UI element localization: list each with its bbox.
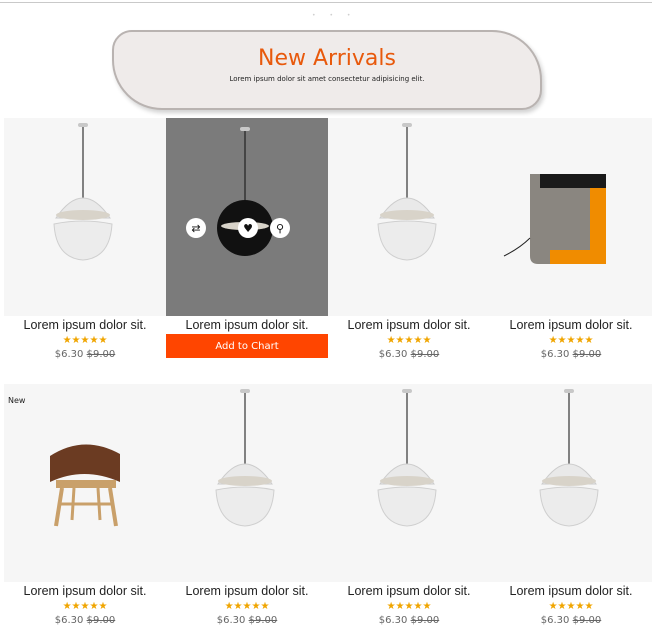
product-image[interactable]: [490, 384, 652, 582]
old-price: $9.00: [86, 615, 116, 626]
product-title[interactable]: Lorem ipsum dolor sit.: [4, 584, 166, 598]
old-price: $9.00: [410, 349, 440, 360]
product-title[interactable]: Lorem ipsum dolor sit.: [490, 584, 652, 598]
white-pendant-lamp-icon: [377, 123, 437, 261]
current-price: $6.30: [540, 349, 570, 360]
rating-stars: ★★★★★: [62, 601, 108, 612]
compare-icon[interactable]: ⇄: [186, 218, 206, 238]
current-price: $6.30: [378, 349, 408, 360]
product-card-hovered[interactable]: ⇄ ♥ ⚲ Lorem ipsum dolor sit. Add to Char…: [166, 118, 328, 358]
rating-stars: ★★★★★: [548, 601, 594, 612]
old-price: $9.00: [248, 615, 278, 626]
rating-stars: ★★★★★: [224, 601, 270, 612]
product-title[interactable]: Lorem ipsum dolor sit.: [328, 584, 490, 598]
white-pendant-lamp-icon: [539, 389, 599, 527]
product-image[interactable]: [328, 384, 490, 582]
price: $6.30 $9.00: [328, 615, 490, 626]
price: $6.30 $9.00: [166, 615, 328, 626]
product-row-1: Lorem ipsum dolor sit. ★★★★★ $6.30 $9.00…: [0, 118, 652, 360]
product-card[interactable]: Lorem ipsum dolor sit. ★★★★★ $6.30 $9.00: [328, 384, 490, 626]
price: $6.30 $9.00: [490, 615, 652, 626]
rating-stars: ★★★★★: [62, 335, 108, 346]
white-pendant-lamp-icon: [53, 123, 113, 261]
search-icon[interactable]: ⚲: [270, 218, 290, 238]
old-price: $9.00: [86, 349, 116, 360]
product-image[interactable]: [328, 118, 490, 316]
hover-actions: ⇄ ♥ ⚲: [186, 218, 306, 242]
price: $6.30 $9.00: [490, 349, 652, 360]
price: $6.30 $9.00: [4, 615, 166, 626]
current-price: $6.30: [540, 615, 570, 626]
product-card[interactable]: Lorem ipsum dolor sit. ★★★★★ $6.30 $9.00: [490, 118, 652, 360]
old-price: $9.00: [572, 349, 602, 360]
section-title: New Arrivals: [258, 46, 396, 71]
black-pendant-lamp-icon: [217, 127, 273, 256]
product-card[interactable]: Lorem ipsum dolor sit. ★★★★★ $6.30 $9.00: [166, 384, 328, 626]
product-title[interactable]: Lorem ipsum dolor sit.: [4, 318, 166, 332]
product-image[interactable]: [490, 118, 652, 316]
new-arrivals-banner: New Arrivals Lorem ipsum dolor sit amet …: [112, 30, 542, 110]
product-row-2: New Lorem ipsum dolor sit. ★★★★★ $6.30 $…: [0, 384, 652, 626]
rating-stars: ★★★★★: [386, 335, 432, 346]
product-title[interactable]: Lorem ipsum dolor sit.: [166, 318, 328, 332]
old-price: $9.00: [572, 615, 602, 626]
rating-stars: ★★★★★: [548, 335, 594, 346]
add-to-cart-button[interactable]: Add to Chart: [166, 334, 328, 358]
product-image[interactable]: New: [4, 384, 166, 582]
price: $6.30 $9.00: [328, 349, 490, 360]
rating-stars: ★★★★★: [386, 601, 432, 612]
product-title[interactable]: Lorem ipsum dolor sit.: [328, 318, 490, 332]
product-image[interactable]: [4, 118, 166, 316]
orange-table-lamp-icon: [503, 174, 606, 264]
white-pendant-lamp-icon: [215, 389, 275, 527]
product-card[interactable]: Lorem ipsum dolor sit. ★★★★★ $6.30 $9.00: [4, 118, 166, 360]
product-title[interactable]: Lorem ipsum dolor sit.: [166, 584, 328, 598]
new-badge: New: [8, 396, 26, 405]
product-title[interactable]: Lorem ipsum dolor sit.: [490, 318, 652, 332]
product-image[interactable]: ⇄ ♥ ⚲: [166, 118, 328, 316]
price: $6.30 $9.00: [4, 349, 166, 360]
top-divider: [0, 2, 652, 3]
current-price: $6.30: [54, 615, 84, 626]
product-image[interactable]: [166, 384, 328, 582]
product-card[interactable]: Lorem ipsum dolor sit. ★★★★★ $6.30 $9.00: [490, 384, 652, 626]
current-price: $6.30: [216, 615, 246, 626]
wooden-chair-icon: [50, 444, 120, 527]
heart-icon[interactable]: ♥: [238, 218, 258, 238]
section-subtitle: Lorem ipsum dolor sit amet consectetur a…: [229, 75, 425, 83]
current-price: $6.30: [54, 349, 84, 360]
product-card[interactable]: Lorem ipsum dolor sit. ★★★★★ $6.30 $9.00: [328, 118, 490, 360]
current-price: $6.30: [378, 615, 408, 626]
old-price: $9.00: [410, 615, 440, 626]
product-card[interactable]: New Lorem ipsum dolor sit. ★★★★★ $6.30 $…: [4, 384, 166, 626]
white-pendant-lamp-icon: [377, 389, 437, 527]
carousel-dots[interactable]: • • •: [312, 12, 356, 19]
